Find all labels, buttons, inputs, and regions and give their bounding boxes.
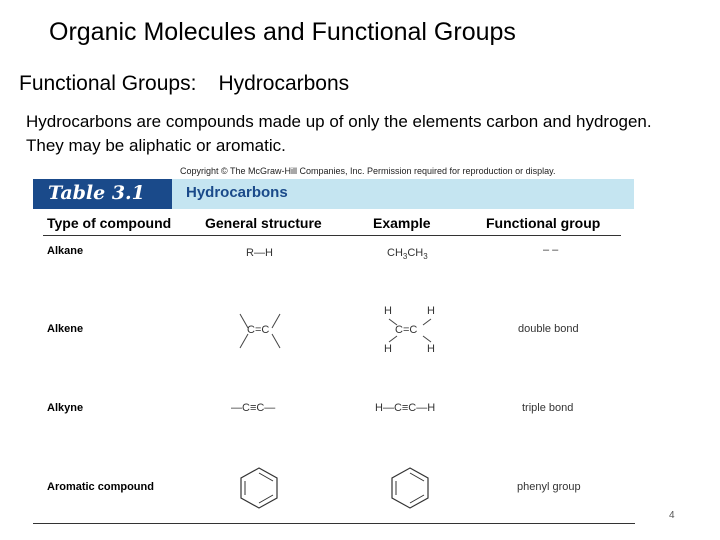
row-label-aromatic: Aromatic compound (47, 481, 154, 493)
functional-group-alkene: double bond (518, 323, 579, 335)
table-name: Hydrocarbons (186, 184, 288, 201)
row-label-alkyne: Alkyne (47, 402, 84, 414)
column-header-general: General structure (205, 215, 322, 231)
general-structure-alkane: R—H (246, 247, 273, 259)
example-alkane: CH3CH3 (387, 247, 428, 262)
general-structure-alkyne: —C≡C— (231, 402, 276, 414)
copyright-note: Copyright © The McGraw-Hill Companies, I… (180, 166, 556, 176)
subtitle-part1: Functional Groups: (19, 72, 197, 95)
functional-group-alkyne: triple bond (522, 402, 574, 414)
table-header-bar: Table 3.1 Hydrocarbons (33, 179, 634, 209)
header-rule (43, 235, 621, 236)
body-text: Hydrocarbons are compounds made up of on… (26, 112, 652, 155)
table-tag: Table 3.1 (33, 179, 172, 209)
slide-subtitle: Functional Groups: Hydrocarbons (19, 72, 349, 96)
column-header-example: Example (373, 215, 431, 231)
row-label-alkane: Alkane (47, 245, 84, 257)
column-header-functional-group: Functional group (486, 215, 601, 231)
column-header-type: Type of compound (47, 215, 172, 231)
benzene-ring-icon-example (391, 467, 429, 509)
functional-group-alkane: – – (543, 244, 559, 256)
table-tag-label: Table 3.1 (48, 182, 145, 204)
alkene-bonds-example (388, 318, 432, 343)
subtitle-part2: Hydrocarbons (218, 72, 350, 95)
page-number: 4 (669, 510, 675, 521)
row-label-alkene: Alkene (47, 323, 84, 335)
benzene-ring-icon-general (240, 467, 278, 509)
alkene-bonds-general (239, 313, 281, 349)
slide-title: Organic Molecules and Functional Groups (49, 18, 516, 46)
footer-rule (33, 523, 635, 524)
functional-group-aromatic: phenyl group (517, 481, 581, 493)
example-alkyne: H—C≡C—H (375, 402, 436, 414)
